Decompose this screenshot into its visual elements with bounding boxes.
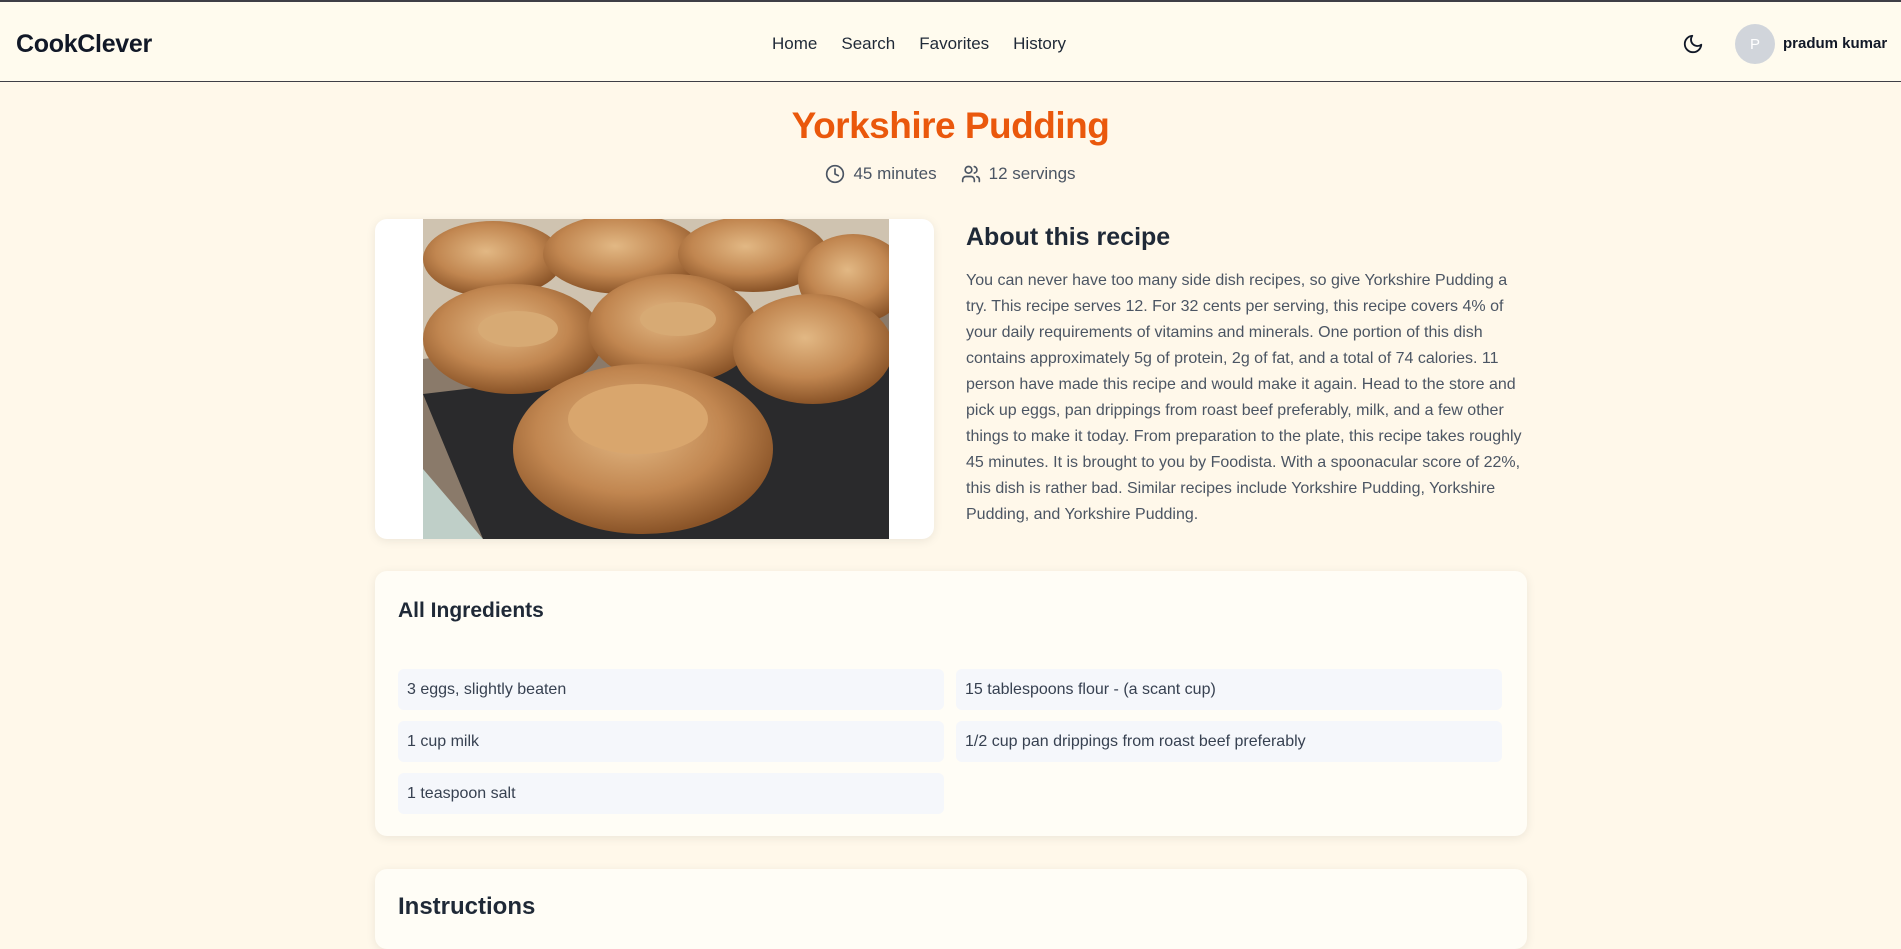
theme-toggle-button[interactable] xyxy=(1682,33,1704,55)
clock-icon xyxy=(826,164,845,184)
cook-time: 45 minutes xyxy=(825,164,937,184)
cook-time-value: 45 minutes xyxy=(853,164,937,183)
ingredient-item: 3 eggs, slightly beaten xyxy=(398,669,944,710)
instructions-title: Instructions xyxy=(398,893,536,920)
recipe-meta: 45 minutes 12 servings xyxy=(0,164,1901,184)
ingredient-item: 15 tablespoons flour - (a scant cup) xyxy=(956,669,1502,710)
ingredients-card: All Ingredients 3 eggs, slightly beaten … xyxy=(375,571,1527,836)
user-avatar[interactable]: P xyxy=(1735,24,1775,64)
ingredient-item: 1 cup milk xyxy=(398,721,944,762)
instructions-card: Instructions xyxy=(375,869,1527,949)
recipe-photo xyxy=(423,219,889,539)
brand-logo[interactable]: CookClever xyxy=(16,30,152,59)
ingredient-item: 1/2 cup pan drippings from roast beef pr… xyxy=(956,721,1502,762)
top-navbar: CookClever Home Search Favorites History… xyxy=(0,0,1901,82)
ingredients-list: 3 eggs, slightly beaten 15 tablespoons f… xyxy=(398,669,1502,814)
nav-home-link[interactable]: Home xyxy=(772,34,817,54)
nav-history-link[interactable]: History xyxy=(1013,34,1066,54)
user-name[interactable]: pradum kumar xyxy=(1783,35,1887,52)
nav-favorites-link[interactable]: Favorites xyxy=(919,34,989,54)
recipe-image-card xyxy=(375,219,934,539)
moon-icon xyxy=(1683,34,1703,54)
ingredients-title: All Ingredients xyxy=(398,599,544,622)
main-nav: Home Search Favorites History xyxy=(772,34,1066,54)
recipe-title: Yorkshire Pudding xyxy=(791,105,1110,146)
servings-value: 12 servings xyxy=(988,164,1076,183)
servings: 12 servings xyxy=(961,164,1076,184)
ingredient-item: 1 teaspoon salt xyxy=(398,773,944,814)
about-title: About this recipe xyxy=(966,223,1171,251)
nav-search-link[interactable]: Search xyxy=(841,34,895,54)
about-description: You can never have too many side dish re… xyxy=(966,272,1522,523)
users-icon xyxy=(961,165,980,183)
